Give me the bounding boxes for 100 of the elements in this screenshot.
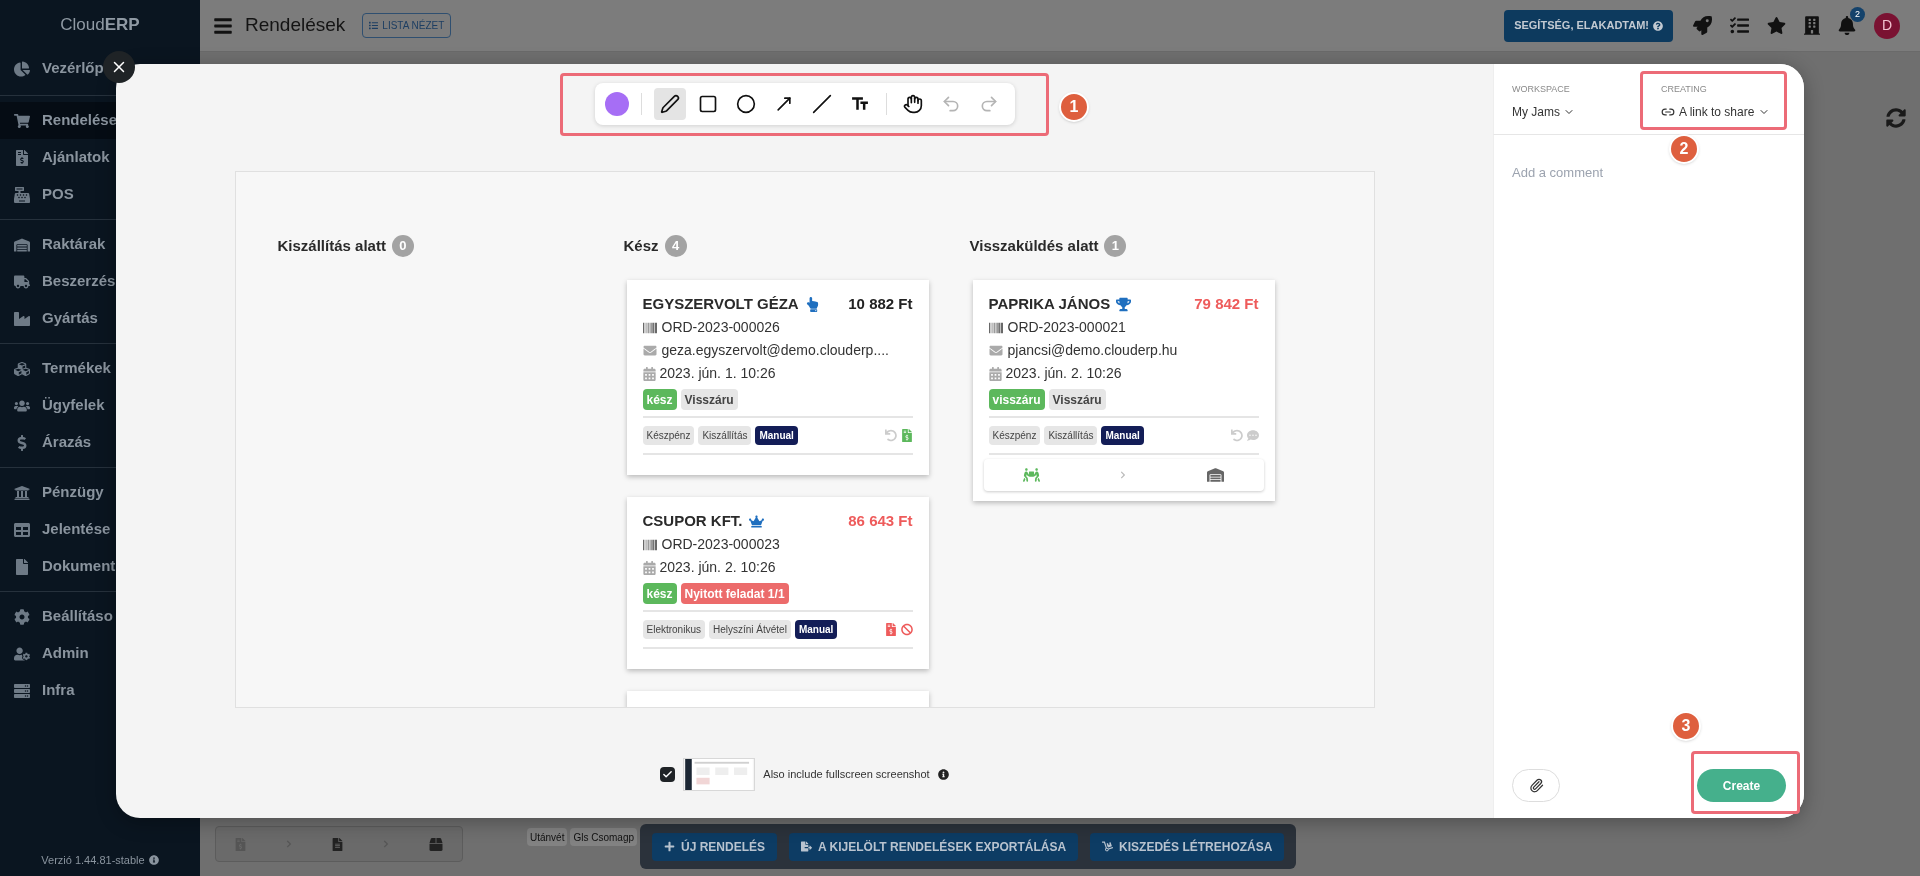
invoice-icon bbox=[14, 149, 30, 166]
menu-icon[interactable] bbox=[213, 15, 233, 36]
file-icon bbox=[14, 558, 30, 575]
star-icon[interactable] bbox=[1767, 16, 1786, 35]
user-avatar[interactable]: D bbox=[1874, 12, 1900, 39]
envelope-icon bbox=[642, 344, 657, 357]
cash-register-icon bbox=[14, 186, 30, 203]
payment-tag: Elektronikus bbox=[642, 620, 705, 639]
status-tag: kész bbox=[642, 583, 677, 604]
sidebar-item[interactable]: Ügyfelek bbox=[0, 387, 200, 424]
checkbox[interactable] bbox=[660, 767, 676, 782]
payment-tag: Készpénz bbox=[642, 426, 695, 445]
payment-tag: Manual bbox=[755, 426, 798, 445]
column-title: Visszaküldés alatt bbox=[969, 235, 1099, 256]
order-date: 2023. jún. 2. 10:26 bbox=[659, 558, 776, 577]
sidebar-item[interactable]: Raktárak bbox=[0, 226, 200, 263]
status-tag: Nyitott feladat 1/1 bbox=[680, 583, 789, 604]
status-tag: Visszáru bbox=[680, 389, 738, 410]
sidebar-item[interactable]: Dokument bbox=[0, 548, 200, 585]
customer-name: CSUPOR KFT. bbox=[642, 510, 743, 531]
status-tag: kész bbox=[642, 389, 677, 410]
bell-icon[interactable] bbox=[1838, 16, 1856, 35]
customer-email: geza.egyszervolt@demo.clouderp.... bbox=[661, 341, 889, 360]
sidebar-item[interactable]: Admin bbox=[0, 635, 200, 672]
workspace-dropdown[interactable]: My Jams bbox=[1512, 102, 1661, 121]
sidebar-item[interactable]: Beszerzés bbox=[0, 263, 200, 300]
count-badge: 4 bbox=[664, 235, 687, 257]
calendar-icon bbox=[642, 366, 656, 381]
sidebar-item[interactable]: Termékek bbox=[0, 350, 200, 387]
order-date: 2023. jún. 2. 10:26 bbox=[1005, 364, 1122, 383]
notification-count: 2 bbox=[1850, 7, 1865, 22]
field-label: WORKSPACE bbox=[1512, 83, 1571, 96]
factory-icon bbox=[14, 310, 30, 327]
sidebar-item[interactable]: Beállításo bbox=[0, 598, 200, 635]
sidebar-item[interactable]: Ajánlatok bbox=[0, 139, 200, 176]
sidebar-item[interactable]: Gyártás bbox=[0, 300, 200, 337]
count-badge: 1 bbox=[1104, 235, 1127, 257]
link-type-dropdown[interactable]: A link to share bbox=[1661, 102, 1771, 121]
sidebar-item[interactable]: POS bbox=[0, 176, 200, 213]
sidebar-item[interactable]: Jelentése bbox=[0, 511, 200, 548]
paperclip-icon bbox=[1528, 778, 1544, 793]
sidebar-item[interactable]: Pénzügy bbox=[0, 474, 200, 511]
envelope-icon bbox=[988, 344, 1003, 357]
building-icon[interactable] bbox=[1804, 16, 1820, 35]
help-icon bbox=[1653, 20, 1663, 31]
crown-icon bbox=[748, 513, 764, 529]
order-amount: 86 643 Ft bbox=[848, 510, 913, 531]
dolly-icon bbox=[1102, 841, 1114, 852]
sidebar-item[interactable]: Vezérlőp bbox=[0, 50, 200, 87]
status-tag: Visszáru bbox=[1048, 389, 1106, 410]
chevron-icon bbox=[1119, 471, 1128, 479]
barcode-icon bbox=[642, 320, 657, 335]
info-icon bbox=[148, 854, 159, 865]
rocket-icon[interactable] bbox=[1693, 16, 1712, 35]
action-button[interactable]: KISZEDÉS LÉTREHOZÁSA bbox=[1090, 832, 1285, 861]
sidebar-item[interactable]: Infra bbox=[0, 672, 200, 709]
refresh-icon[interactable] bbox=[1886, 108, 1906, 128]
count-badge: 0 bbox=[391, 235, 414, 257]
calendar-icon bbox=[642, 560, 656, 575]
help-button[interactable]: SEGÍTSÉG, ELAKADTAM! bbox=[1504, 9, 1673, 42]
sidebar-item[interactable]: Árazás bbox=[0, 424, 200, 461]
payment-tag: Manual bbox=[794, 620, 838, 639]
file-icon bbox=[332, 837, 343, 851]
action-button[interactable]: A KIJELÖLT RENDELÉSEK EXPORTÁLÁSA bbox=[789, 832, 1079, 861]
pen-icon bbox=[659, 94, 680, 114]
action-button[interactable]: ÚJ RENDELÉS bbox=[652, 832, 778, 861]
order-amount: 79 842 Ft bbox=[1194, 293, 1259, 314]
order-card[interactable]: EGYSZERVOLT GÉZA 10 882 Ft ORD-2023-000026 geza.egyszervolt@demo.clouderp.... 2023. jún. 1. 10:26 kész Visszáru Készpénz Kiszállítás Manual bbox=[626, 280, 929, 475]
box-icon bbox=[428, 837, 443, 851]
payment-tag: Kiszállítás bbox=[698, 426, 752, 445]
table-icon bbox=[14, 521, 30, 538]
pen-tool[interactable] bbox=[653, 88, 686, 120]
version-text: Verzió 1.44.81-stable bbox=[41, 852, 145, 868]
column-title: Kiszállítás alatt bbox=[277, 235, 386, 256]
check-icon bbox=[662, 769, 674, 780]
line-icon bbox=[811, 94, 832, 114]
customer-name: EGYSZERVOLT GÉZA bbox=[642, 293, 799, 314]
color-swatch[interactable] bbox=[604, 92, 629, 116]
field-label: CREATING bbox=[1661, 83, 1708, 96]
checklist-icon[interactable] bbox=[1730, 16, 1749, 35]
payment-tag: Helyszíni Átvétel bbox=[708, 620, 791, 639]
order-card[interactable]: PAPRIKA JÁNOS 79 842 Ft ORD-2023-000021 pjancsi@demo.clouderp.hu 2023. jún. 2. 10:26 visszáru Visszáru Készpénz Kiszállítás Manual bbox=[972, 280, 1275, 501]
order-id: ORD-2023-000021 bbox=[1007, 318, 1126, 337]
plus-icon bbox=[664, 841, 675, 852]
list-icon bbox=[369, 21, 379, 30]
page-title: Rendelések bbox=[245, 13, 346, 38]
payment-tag: Manual bbox=[1101, 426, 1144, 445]
file-export-icon bbox=[801, 841, 813, 852]
circle-icon bbox=[735, 94, 756, 114]
order-date: 2023. jún. 1. 10:26 bbox=[659, 364, 776, 383]
cart-icon bbox=[14, 112, 30, 129]
app-logo: CloudERP bbox=[60, 14, 140, 37]
payment-tag: Gls Csomagp bbox=[570, 828, 638, 846]
payment-tag: Kiszállítás bbox=[1044, 426, 1098, 445]
order-id: ORD-2023-000023 bbox=[661, 535, 780, 554]
user-settings-icon bbox=[14, 645, 30, 662]
payment-tag: Utánvét bbox=[527, 828, 568, 846]
order-amount: 10 882 Ft bbox=[848, 293, 913, 314]
order-card[interactable]: CSUPOR KFT. 86 643 Ft ORD-2023-000023 2023. jún. 2. 10:26 kész Nyitott feladat 1/1 Elektronikus Helyszíni Átvétel Manual bbox=[626, 497, 929, 669]
checkbox-label: Also include fullscreen screenshot bbox=[763, 767, 930, 783]
